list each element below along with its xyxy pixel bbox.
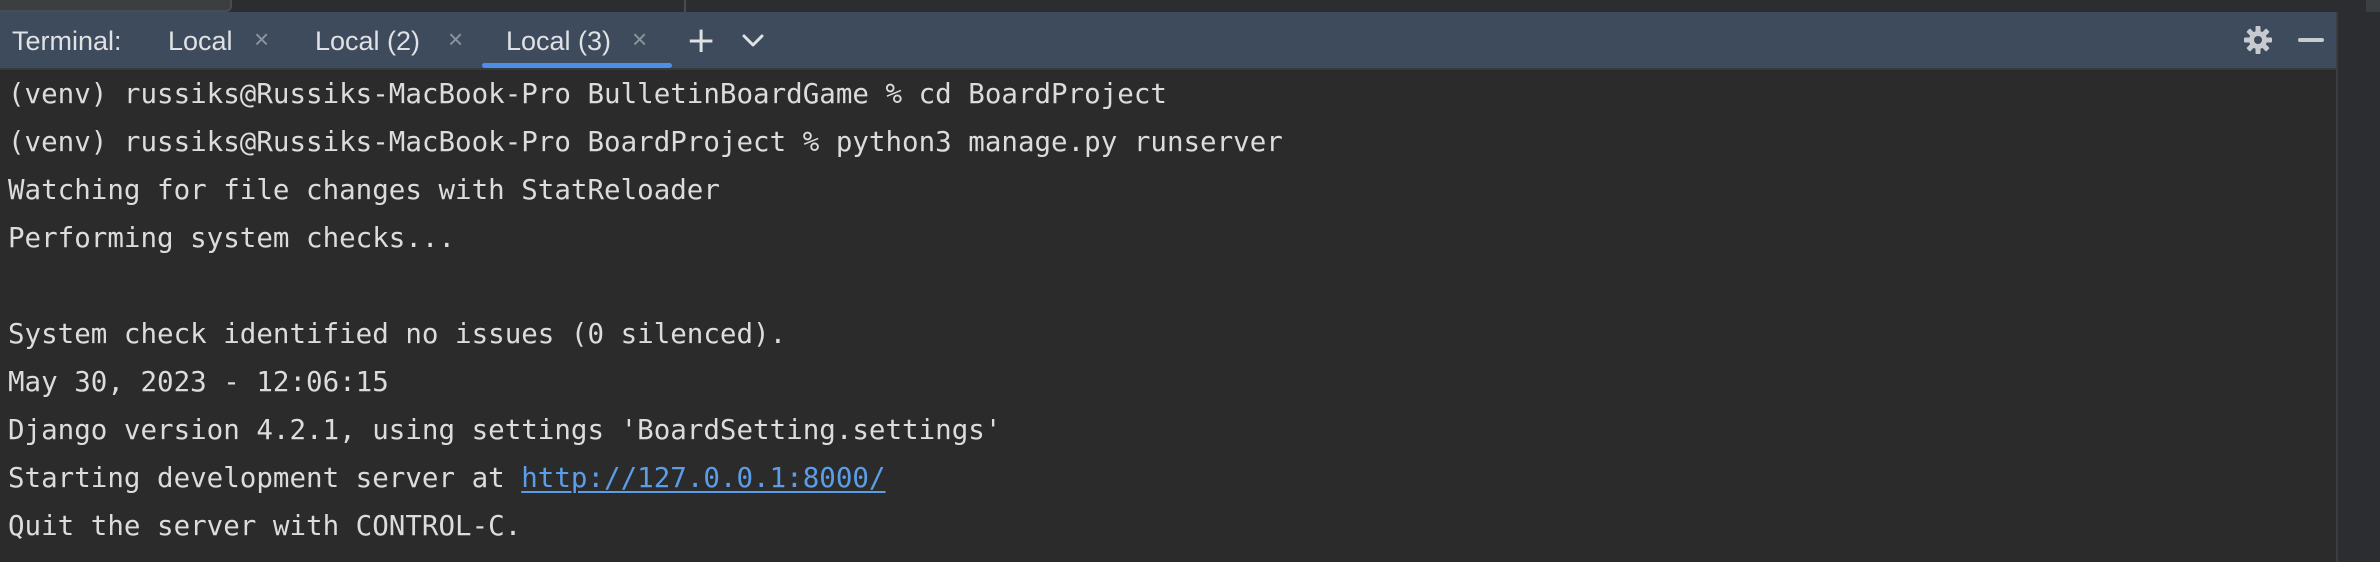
terminal-line: System check identified no issues (0 sil…: [8, 318, 787, 350]
add-tab-button[interactable]: +: [686, 20, 716, 61]
terminal-line: (venv) russiks@Russiks-MacBook-Pro Board…: [8, 126, 1283, 158]
close-icon[interactable]: ×: [254, 24, 269, 55]
vertical-scrollbar[interactable]: [2336, 12, 2380, 562]
top-strip-segment: [0, 0, 232, 12]
chevron-down-icon[interactable]: [740, 28, 766, 54]
terminal-line: Quit the server with CONTROL-C.: [8, 510, 522, 542]
terminal-line: May 30, 2023 - 12:06:15: [8, 366, 389, 398]
tab-label: Local (3): [506, 26, 612, 56]
terminal-line-prefix: Starting development server at: [8, 462, 522, 494]
minimize-icon[interactable]: [2298, 38, 2324, 42]
server-url-link[interactable]: http://127.0.0.1:8000/: [521, 462, 885, 494]
tab-label: Local: [168, 26, 233, 56]
close-icon[interactable]: ×: [632, 24, 647, 55]
terminal-line: (venv) russiks@Russiks-MacBook-Pro Bulle…: [8, 78, 1167, 110]
terminal-line: Performing system checks...: [8, 222, 456, 254]
tab-label: Local (2): [315, 26, 421, 56]
top-strip-corner: [2366, 0, 2380, 12]
active-tab-indicator: [482, 63, 672, 68]
terminal-label: Terminal:: [12, 26, 122, 56]
terminal-line: Django version 4.2.1, using settings 'Bo…: [8, 414, 1002, 446]
gear-icon[interactable]: [2242, 24, 2274, 56]
close-icon[interactable]: ×: [448, 24, 463, 55]
terminal-tab-bar: Terminal: Local × Local (2) × Local (3) …: [0, 12, 2336, 70]
terminal-line: Watching for file changes with StatReloa…: [8, 174, 720, 206]
terminal-output[interactable]: (venv) russiks@Russiks-MacBook-Pro Bulle…: [0, 70, 2334, 562]
terminal-line: Starting development server at http://12…: [8, 454, 886, 502]
top-strip-divider: [684, 0, 686, 12]
top-strip: [0, 0, 2380, 12]
ide-window: Terminal: Local × Local (2) × Local (3) …: [0, 0, 2380, 562]
